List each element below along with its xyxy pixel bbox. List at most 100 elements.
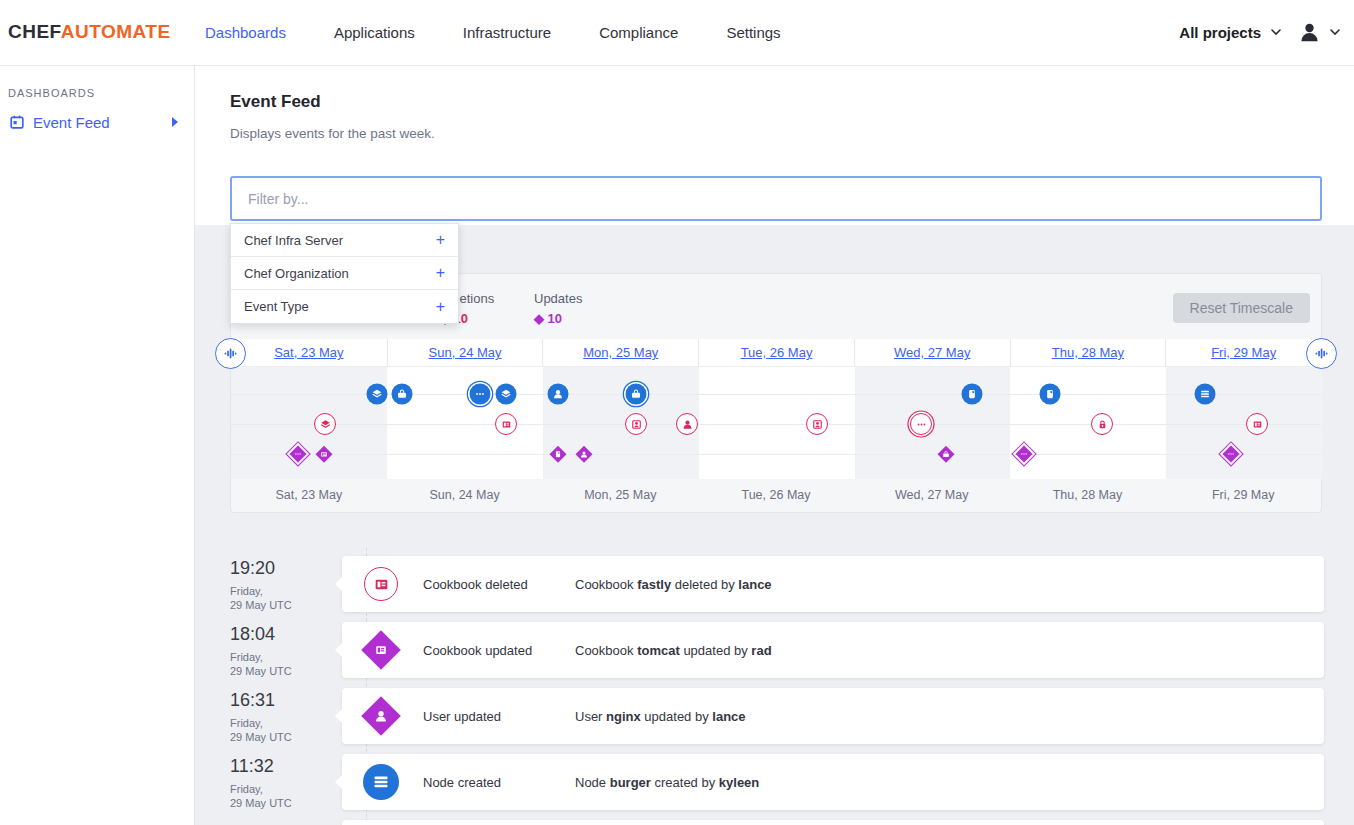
event-entity: lance bbox=[712, 709, 745, 724]
day-footer-label: Sun, 24 May bbox=[387, 488, 543, 502]
event-description: Node burger created by kyleen bbox=[575, 775, 759, 790]
filter-dropdown-item-chef-infra-server[interactable]: Chef Infra Server+ bbox=[231, 224, 458, 257]
filter-dropdown-item-chef-organization[interactable]: Chef Organization+ bbox=[231, 257, 458, 290]
event-desc-text: deleted by bbox=[671, 577, 738, 592]
event-desc-text: created by bbox=[651, 775, 719, 790]
deletion-event-icon[interactable] bbox=[1091, 413, 1113, 435]
sidebar-item-label: Event Feed bbox=[33, 114, 110, 131]
creation-event-icon[interactable] bbox=[470, 384, 491, 405]
event-card[interactable] bbox=[342, 820, 1324, 825]
badge-icon bbox=[812, 419, 823, 430]
event-date: 29 May UTC bbox=[230, 665, 342, 677]
update-event-icon[interactable] bbox=[1011, 441, 1037, 467]
event-desc-text: Cookbook bbox=[575, 577, 637, 592]
event-card[interactable]: User updatedUser nginx updated by lance bbox=[342, 688, 1324, 744]
day-link-tue-26-may[interactable]: Tue, 26 May bbox=[741, 345, 813, 360]
deletion-event-icon[interactable] bbox=[495, 413, 517, 435]
nav-applications[interactable]: Applications bbox=[334, 24, 415, 41]
deletion-event-icon[interactable] bbox=[625, 413, 647, 435]
event-entity: tomcat bbox=[637, 643, 680, 658]
event-date: 29 May UTC bbox=[230, 599, 342, 611]
creation-event-icon[interactable] bbox=[962, 384, 983, 405]
day-footer-label: Wed, 27 May bbox=[854, 488, 1010, 502]
projects-filter[interactable]: All projects bbox=[1179, 24, 1261, 41]
creation-event-icon[interactable] bbox=[392, 384, 413, 405]
expand-arrow-icon[interactable] bbox=[172, 117, 178, 127]
event-card[interactable]: Cookbook updatedCookbook tomcat updated … bbox=[342, 622, 1324, 678]
day-link-wed-27-may[interactable]: Wed, 27 May bbox=[894, 345, 970, 360]
deletion-event-icon[interactable] bbox=[314, 413, 336, 435]
creation-event-icon[interactable] bbox=[496, 384, 517, 405]
filter-input[interactable] bbox=[230, 176, 1322, 221]
event-desc-text: Node bbox=[575, 775, 610, 790]
badge-icon bbox=[631, 419, 642, 430]
add-filter-icon[interactable]: + bbox=[436, 231, 445, 249]
event-desc-text: updated by bbox=[680, 643, 752, 658]
user-icon bbox=[580, 450, 588, 458]
nav-compliance[interactable]: Compliance bbox=[599, 24, 678, 41]
deletion-event-icon[interactable] bbox=[910, 413, 932, 435]
add-filter-icon[interactable]: + bbox=[436, 264, 445, 282]
user-menu-chevron-icon[interactable] bbox=[1330, 29, 1340, 36]
cookbook-icon bbox=[1252, 419, 1263, 430]
layers-icon bbox=[372, 389, 383, 400]
deletion-event-icon[interactable] bbox=[806, 413, 828, 435]
day-header-cell: Tue, 26 May bbox=[698, 339, 854, 366]
event-date: 29 May UTC bbox=[230, 731, 342, 743]
timescale-left-button[interactable] bbox=[215, 338, 246, 369]
filter-dropdown-item-event-type[interactable]: Event Type + bbox=[231, 290, 458, 323]
event-entity: nginx bbox=[606, 709, 641, 724]
event-type-label: User updated bbox=[423, 709, 575, 724]
sidebar-section-label: DASHBOARDS bbox=[8, 87, 95, 99]
user-icon bbox=[682, 419, 693, 430]
event-description: Cookbook tomcat updated by rad bbox=[575, 643, 772, 658]
chevron-down-icon[interactable] bbox=[1271, 29, 1281, 36]
event-row: 18:04Friday,29 May UTCCookbook updatedCo… bbox=[230, 622, 1324, 678]
event-card[interactable]: Cookbook deletedCookbook fastly deleted … bbox=[342, 556, 1324, 612]
filter-dropdown: Chef Infra Server+Chef Organization+Even… bbox=[230, 223, 459, 324]
day-link-fri-29-may[interactable]: Fri, 29 May bbox=[1211, 345, 1276, 360]
stat-count: ◆ 10 bbox=[534, 311, 582, 326]
event-time-value: 16:31 bbox=[230, 690, 342, 711]
day-footer-label: Fri, 29 May bbox=[1165, 488, 1321, 502]
nav-settings[interactable]: Settings bbox=[726, 24, 780, 41]
creation-event-icon[interactable] bbox=[626, 384, 647, 405]
cookbook-icon bbox=[320, 450, 328, 458]
reset-timescale-button[interactable]: Reset Timescale bbox=[1173, 293, 1310, 323]
grid-line bbox=[231, 454, 1321, 455]
cookbook-icon bbox=[373, 576, 390, 593]
sidebar-item-event-feed[interactable]: Event Feed bbox=[0, 109, 194, 135]
deletion-event-icon[interactable] bbox=[676, 413, 698, 435]
nav-infrastructure[interactable]: Infrastructure bbox=[463, 24, 551, 41]
list-icon bbox=[1200, 389, 1211, 400]
day-link-thu-28-may[interactable]: Thu, 28 May bbox=[1052, 345, 1124, 360]
timescale-right-button[interactable] bbox=[1306, 338, 1337, 369]
diamond-inner bbox=[1015, 445, 1033, 463]
filter-category-label: Event Type bbox=[244, 299, 309, 314]
day-link-mon-25-may[interactable]: Mon, 25 May bbox=[583, 345, 658, 360]
day-footer-label: Thu, 28 May bbox=[1010, 488, 1166, 502]
creation-event-icon[interactable] bbox=[1040, 384, 1061, 405]
diamond-inner bbox=[289, 445, 307, 463]
equalizer-icon bbox=[1315, 347, 1329, 360]
user-avatar-icon[interactable] bbox=[1299, 22, 1320, 43]
deletion-event-icon[interactable] bbox=[1246, 413, 1268, 435]
event-type-label: Cookbook deleted bbox=[423, 577, 575, 592]
add-filter-icon[interactable]: + bbox=[436, 298, 445, 316]
event-card[interactable]: Node createdNode burger created by kylee… bbox=[342, 754, 1324, 810]
day-link-sat-23-may[interactable]: Sat, 23 May bbox=[274, 345, 343, 360]
creation-event-icon[interactable] bbox=[1195, 384, 1216, 405]
cookbook-event-icon bbox=[360, 563, 402, 605]
day-header-cell: Sat, 23 May bbox=[231, 339, 387, 366]
day-link-sun-24-may[interactable]: Sun, 24 May bbox=[429, 345, 502, 360]
timeline-grid bbox=[231, 367, 1321, 479]
day-stripe bbox=[231, 367, 387, 479]
event-time: 18:04Friday,29 May UTC bbox=[230, 622, 342, 678]
creation-event-icon[interactable] bbox=[548, 384, 569, 405]
event-date: 29 May UTC bbox=[230, 797, 342, 809]
chef-automate-logo[interactable]: CHEFAUTOMATE bbox=[8, 21, 171, 43]
creation-event-icon[interactable] bbox=[367, 384, 388, 405]
event-time-value: 11:32 bbox=[230, 756, 342, 777]
nav-dashboards[interactable]: Dashboards bbox=[205, 24, 286, 41]
user-event-icon bbox=[360, 695, 402, 737]
